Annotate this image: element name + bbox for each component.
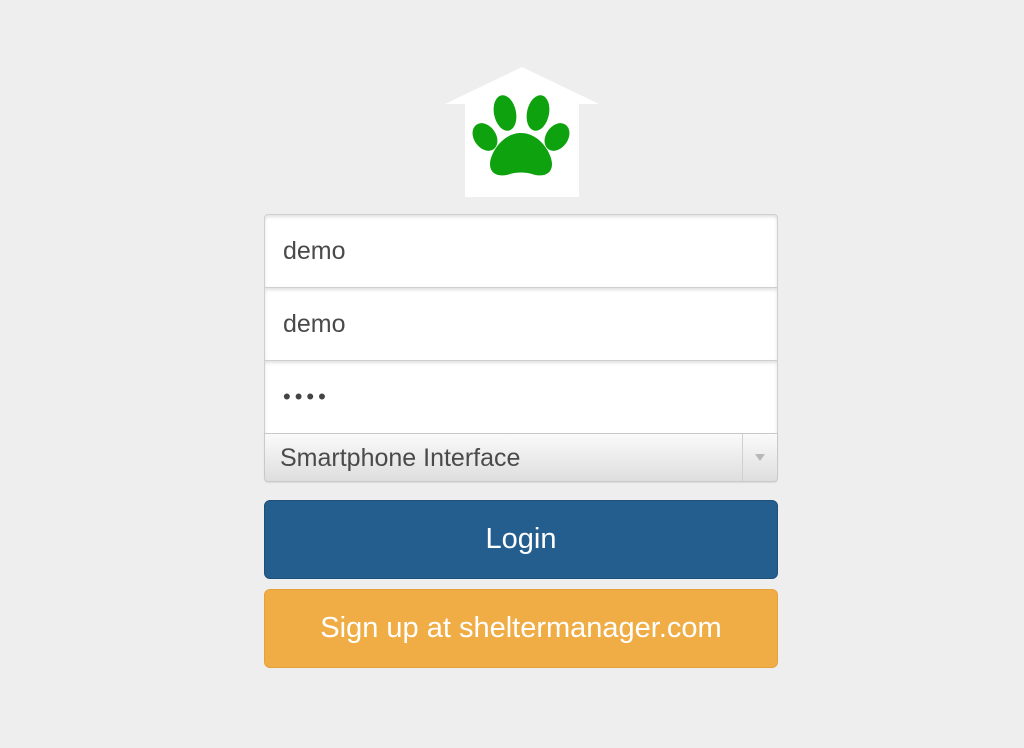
select-arrow-container[interactable] [742,434,777,481]
password-field[interactable] [264,360,778,434]
database-field[interactable] [264,214,778,288]
login-form: Smartphone Interface Login Sign up at sh… [264,214,778,668]
username-field[interactable] [264,287,778,361]
paw-house-icon [445,67,599,197]
login-page: Smartphone Interface Login Sign up at sh… [0,0,1024,748]
signup-button[interactable]: Sign up at sheltermanager.com [264,589,778,668]
chevron-down-icon [755,454,765,461]
interface-select[interactable]: Smartphone Interface [264,433,778,482]
app-logo [444,66,600,198]
interface-select-value: Smartphone Interface [280,444,521,472]
login-button[interactable]: Login [264,500,778,579]
